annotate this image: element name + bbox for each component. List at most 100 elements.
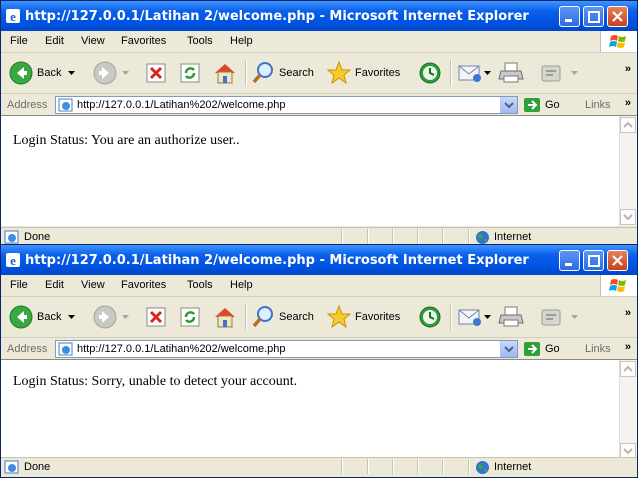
menu-edit[interactable]: Edit	[45, 279, 64, 291]
forward-dropdown-icon[interactable]	[120, 68, 132, 78]
menu-view[interactable]: View	[81, 35, 105, 47]
edit-button[interactable]	[539, 304, 581, 330]
links-button[interactable]: Links	[585, 99, 611, 111]
search-button[interactable]: Search	[251, 304, 314, 330]
page-done-icon	[4, 230, 19, 244]
mail-dropdown-icon[interactable]	[483, 68, 493, 78]
stop-button[interactable]	[145, 304, 167, 330]
address-label: Address	[7, 343, 48, 355]
edit-button[interactable]	[539, 60, 581, 86]
menu-file[interactable]: File	[10, 35, 28, 47]
home-button[interactable]	[212, 60, 238, 86]
search-icon	[252, 306, 273, 328]
stop-icon	[146, 307, 166, 327]
forward-button[interactable]	[93, 60, 132, 86]
vertical-scrollbar[interactable]	[619, 360, 637, 460]
go-button[interactable]: Go	[523, 341, 560, 357]
scroll-up-button[interactable]	[620, 361, 636, 377]
close-button[interactable]	[607, 6, 628, 27]
refresh-icon	[180, 307, 200, 327]
address-input[interactable]: http://127.0.0.1/Latihan%202/welcome.php	[55, 96, 518, 114]
home-icon	[215, 308, 235, 328]
back-dropdown-icon[interactable]	[65, 312, 79, 322]
window-title: http://127.0.0.1/Latihan 2/welcome.php -…	[25, 253, 529, 268]
status-bar: Done Internet	[1, 457, 637, 476]
print-button[interactable]	[498, 304, 524, 330]
minimize-button[interactable]	[559, 250, 580, 271]
menu-help[interactable]: Help	[230, 35, 253, 47]
printer-icon	[498, 306, 524, 327]
login-status-message: Login Status: Sorry, unable to detect yo…	[13, 374, 298, 389]
links-chevron[interactable]: »	[625, 341, 631, 353]
toolbar-chevron[interactable]: »	[625, 63, 631, 75]
status-divider	[367, 229, 369, 244]
address-input[interactable]: http://127.0.0.1/Latihan%202/welcome.php	[55, 340, 518, 358]
forward-button[interactable]	[93, 304, 132, 330]
refresh-button[interactable]	[179, 60, 201, 86]
menu-tools[interactable]: Tools	[187, 35, 213, 47]
forward-dropdown-icon[interactable]	[120, 312, 132, 322]
favorites-button[interactable]: Favorites	[327, 304, 400, 330]
search-button[interactable]: Search	[251, 60, 314, 86]
history-button[interactable]	[417, 60, 443, 86]
scroll-down-button[interactable]	[620, 209, 636, 225]
menu-tools[interactable]: Tools	[187, 279, 213, 291]
back-button[interactable]: Back	[9, 304, 79, 330]
history-icon	[419, 62, 441, 84]
title-bar[interactable]: e http://127.0.0.1/Latihan 2/welcome.php…	[1, 245, 637, 275]
menu-view[interactable]: View	[81, 279, 105, 291]
menu-favorites[interactable]: Favorites	[121, 279, 166, 291]
forward-arrow-icon	[93, 305, 117, 329]
menu-edit[interactable]: Edit	[45, 35, 64, 47]
maximize-button[interactable]	[583, 250, 604, 271]
maximize-button[interactable]	[583, 6, 604, 27]
links-chevron[interactable]: »	[625, 97, 631, 109]
minimize-button[interactable]	[559, 6, 580, 27]
security-zone: Internet	[494, 461, 532, 473]
standard-toolbar: Back Search Favorites »	[1, 53, 637, 94]
favorites-label: Favorites	[355, 311, 401, 323]
favorites-star-icon	[327, 61, 351, 85]
back-arrow-icon	[9, 305, 33, 329]
edit-dropdown-icon[interactable]	[569, 312, 581, 322]
home-button[interactable]	[212, 304, 238, 330]
address-dropdown-button[interactable]	[500, 97, 517, 113]
go-button[interactable]: Go	[523, 97, 560, 113]
search-label: Search	[279, 67, 314, 79]
status-text: Done	[24, 231, 51, 243]
menu-favorites[interactable]: Favorites	[121, 35, 166, 47]
back-button[interactable]: Back	[9, 60, 79, 86]
close-button[interactable]	[607, 250, 628, 271]
links-button[interactable]: Links	[585, 343, 611, 355]
ie-logo-icon: e	[6, 253, 20, 268]
scroll-up-button[interactable]	[620, 117, 636, 133]
menu-bar: File Edit View Favorites Tools Help	[1, 31, 637, 53]
back-dropdown-icon[interactable]	[65, 68, 79, 78]
stop-button[interactable]	[145, 60, 167, 86]
toolbar-chevron[interactable]: »	[625, 307, 631, 319]
favorites-button[interactable]: Favorites	[327, 60, 400, 86]
status-divider	[367, 459, 369, 474]
vertical-scrollbar[interactable]	[619, 116, 637, 226]
toolbar-separator	[245, 60, 247, 86]
menu-help[interactable]: Help	[230, 279, 253, 291]
refresh-icon	[180, 63, 200, 83]
print-button[interactable]	[498, 60, 524, 86]
status-divider	[417, 229, 419, 244]
maximize-icon	[588, 11, 600, 23]
ie-window-1: e http://127.0.0.1/Latihan 2/welcome.php…	[0, 0, 638, 245]
menu-bar: File Edit View Favorites Tools Help	[1, 275, 637, 297]
mail-button[interactable]	[457, 304, 493, 330]
address-bar: Address http://127.0.0.1/Latihan%202/wel…	[1, 94, 637, 117]
address-dropdown-button[interactable]	[500, 341, 517, 357]
security-zone: Internet	[494, 231, 532, 243]
title-bar[interactable]: e http://127.0.0.1/Latihan 2/welcome.php…	[1, 1, 637, 31]
menu-file[interactable]: File	[10, 279, 28, 291]
refresh-button[interactable]	[179, 304, 201, 330]
maximize-icon	[588, 255, 600, 267]
mail-button[interactable]	[457, 60, 493, 86]
mail-dropdown-icon[interactable]	[483, 312, 493, 322]
edit-dropdown-icon[interactable]	[569, 68, 581, 78]
address-url: http://127.0.0.1/Latihan%202/welcome.php	[77, 343, 286, 355]
history-button[interactable]	[417, 304, 443, 330]
